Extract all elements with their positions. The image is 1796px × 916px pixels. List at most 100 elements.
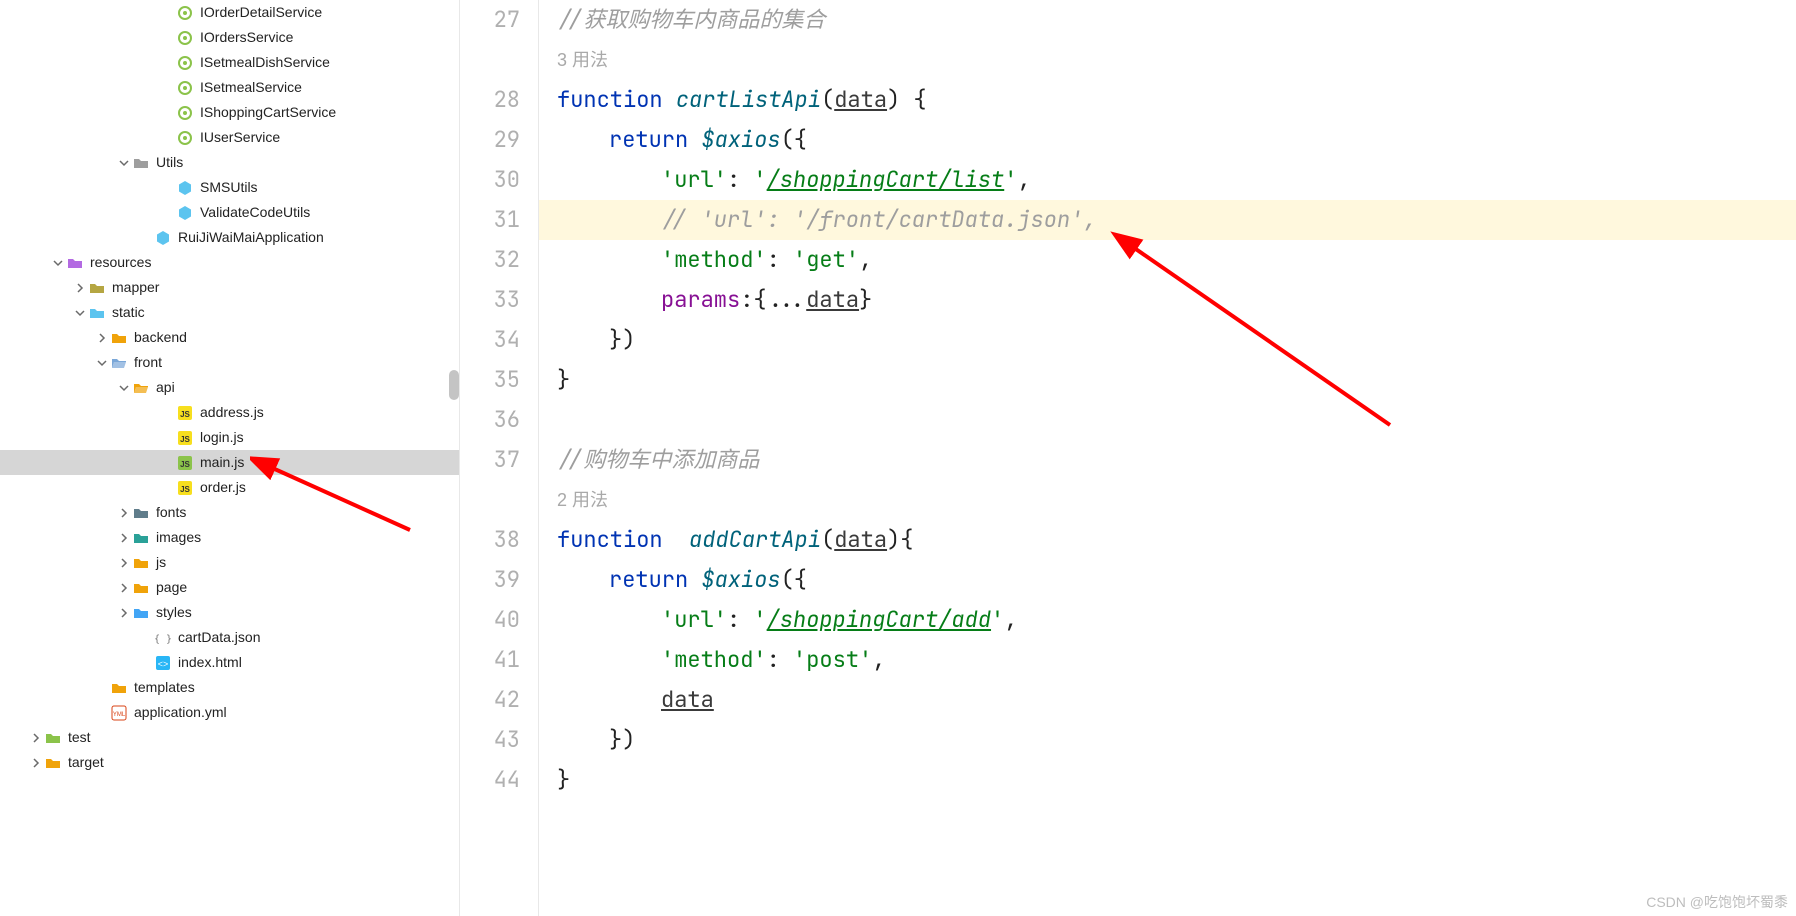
usages-inlay[interactable]: 3 用法 bbox=[557, 40, 1796, 80]
tree-item-target[interactable]: target bbox=[0, 750, 459, 775]
tree-item-index-html[interactable]: <>index.html bbox=[0, 650, 459, 675]
chevron-down-icon[interactable] bbox=[116, 380, 132, 396]
chevron-none-icon bbox=[160, 480, 176, 496]
interface-icon bbox=[176, 104, 194, 122]
svg-text:JS: JS bbox=[180, 485, 190, 494]
tree-item-mapper[interactable]: mapper bbox=[0, 275, 459, 300]
tree-item-isetmealdishservice[interactable]: ISetmealDishService bbox=[0, 50, 459, 75]
tree-item-styles[interactable]: styles bbox=[0, 600, 459, 625]
folder-icon bbox=[132, 504, 150, 522]
tree-item-label: target bbox=[68, 750, 104, 775]
code-line: // 'url': '/front/cartData.json', bbox=[539, 200, 1796, 240]
tree-item-utils[interactable]: Utils bbox=[0, 150, 459, 175]
tree-item-resources[interactable]: resources bbox=[0, 250, 459, 275]
chevron-none-icon bbox=[160, 5, 176, 21]
tree-item-fonts[interactable]: fonts bbox=[0, 500, 459, 525]
interface-icon bbox=[176, 54, 194, 72]
hex-icon bbox=[176, 204, 194, 222]
gutter: 27 28 29 30 31 32 33 34 35 36 37 38 39 4… bbox=[460, 0, 538, 916]
chevron-right-icon[interactable] bbox=[116, 580, 132, 596]
chevron-down-icon[interactable] bbox=[116, 155, 132, 171]
tree-item-test[interactable]: test bbox=[0, 725, 459, 750]
chevron-right-icon[interactable] bbox=[28, 730, 44, 746]
svg-text:JS: JS bbox=[180, 435, 190, 444]
tree-item-label: IUserService bbox=[200, 125, 280, 150]
chevron-none-icon bbox=[160, 205, 176, 221]
tree-item-label: IOrderDetailService bbox=[200, 0, 322, 25]
json-icon: { } bbox=[154, 629, 172, 647]
tree-item-application-yml[interactable]: YMLapplication.yml bbox=[0, 700, 459, 725]
code-line: } bbox=[557, 760, 1796, 800]
tree-item-label: fonts bbox=[156, 500, 186, 525]
tree-item-order-js[interactable]: JSorder.js bbox=[0, 475, 459, 500]
tree-item-validatecodeutils[interactable]: ValidateCodeUtils bbox=[0, 200, 459, 225]
svg-text:<>: <> bbox=[158, 659, 169, 669]
chevron-right-icon[interactable] bbox=[72, 280, 88, 296]
code-line: return $axios({ bbox=[557, 120, 1796, 160]
folder-icon bbox=[44, 754, 62, 772]
tree-item-label: address.js bbox=[200, 400, 264, 425]
chevron-none-icon bbox=[160, 30, 176, 46]
chevron-none-icon bbox=[160, 130, 176, 146]
chevron-none-icon bbox=[160, 105, 176, 121]
tree-item-login-js[interactable]: JS login.js bbox=[0, 425, 459, 450]
tree-item-images[interactable]: images bbox=[0, 525, 459, 550]
tree-item-templates[interactable]: templates bbox=[0, 675, 459, 700]
tree-item-iuserservice[interactable]: IUserService bbox=[0, 125, 459, 150]
chevron-right-icon[interactable] bbox=[116, 530, 132, 546]
chevron-down-icon[interactable] bbox=[50, 255, 66, 271]
tree-item-address-js[interactable]: JS address.js bbox=[0, 400, 459, 425]
code-line: }) bbox=[557, 720, 1796, 760]
tree-item-label: IShoppingCartService bbox=[200, 100, 336, 125]
svg-text:JS: JS bbox=[180, 460, 190, 469]
chevron-right-icon[interactable] bbox=[94, 330, 110, 346]
code-line: //购物车中添加商品 bbox=[557, 440, 1796, 480]
chevron-none-icon bbox=[138, 230, 154, 246]
chevron-down-icon[interactable] bbox=[72, 305, 88, 321]
svg-text:JS: JS bbox=[180, 410, 190, 419]
chevron-right-icon[interactable] bbox=[116, 505, 132, 521]
tree-item-isetmealservice[interactable]: ISetmealService bbox=[0, 75, 459, 100]
folder-icon bbox=[110, 329, 128, 347]
scrollbar-thumb[interactable] bbox=[449, 370, 459, 400]
code-line: function addCartApi(data){ bbox=[557, 520, 1796, 560]
tree-item-static[interactable]: static bbox=[0, 300, 459, 325]
tree-item-front[interactable]: front bbox=[0, 350, 459, 375]
usages-inlay[interactable]: 2 用法 bbox=[557, 480, 1796, 520]
tree-item-label: main.js bbox=[200, 450, 244, 475]
tree-item-iordersservice[interactable]: IOrdersService bbox=[0, 25, 459, 50]
chevron-none-icon bbox=[160, 405, 176, 421]
html-icon: <> bbox=[154, 654, 172, 672]
tree-item-cartdata-json[interactable]: { }cartData.json bbox=[0, 625, 459, 650]
tree-item-api[interactable]: api bbox=[0, 375, 459, 400]
project-tree[interactable]: IOrderDetailServiceIOrdersServiceISetmea… bbox=[0, 0, 460, 916]
tree-item-js[interactable]: js bbox=[0, 550, 459, 575]
tree-item-label: login.js bbox=[200, 425, 244, 450]
tree-item-label: images bbox=[156, 525, 201, 550]
tree-item-label: mapper bbox=[112, 275, 159, 300]
chevron-none-icon bbox=[160, 80, 176, 96]
tree-item-label: templates bbox=[134, 675, 195, 700]
folder-icon bbox=[132, 579, 150, 597]
tree-item-ishoppingcartservice[interactable]: IShoppingCartService bbox=[0, 100, 459, 125]
code-line: params:{...data} bbox=[557, 280, 1796, 320]
tree-item-backend[interactable]: backend bbox=[0, 325, 459, 350]
chevron-down-icon[interactable] bbox=[94, 355, 110, 371]
tree-item-main-js[interactable]: JS main.js bbox=[0, 450, 459, 475]
hex-icon bbox=[176, 179, 194, 197]
chevron-none-icon bbox=[94, 680, 110, 696]
tree-item-page[interactable]: page bbox=[0, 575, 459, 600]
tree-item-label: api bbox=[156, 375, 175, 400]
tree-item-iorderdetailservice[interactable]: IOrderDetailService bbox=[0, 0, 459, 25]
code-area[interactable]: //获取购物车内商品的集合 3 用法 function cartListApi(… bbox=[538, 0, 1796, 916]
js-icon: JS bbox=[176, 454, 194, 472]
chevron-right-icon[interactable] bbox=[28, 755, 44, 771]
chevron-right-icon[interactable] bbox=[116, 605, 132, 621]
chevron-right-icon[interactable] bbox=[116, 555, 132, 571]
chevron-none-icon bbox=[138, 655, 154, 671]
tree-item-label: Utils bbox=[156, 150, 183, 175]
tree-item-label: js bbox=[156, 550, 166, 575]
tree-item-ruijiwaimaiapplication[interactable]: RuiJiWaiMaiApplication bbox=[0, 225, 459, 250]
code-editor[interactable]: 27 28 29 30 31 32 33 34 35 36 37 38 39 4… bbox=[460, 0, 1796, 916]
tree-item-smsutils[interactable]: SMSUtils bbox=[0, 175, 459, 200]
